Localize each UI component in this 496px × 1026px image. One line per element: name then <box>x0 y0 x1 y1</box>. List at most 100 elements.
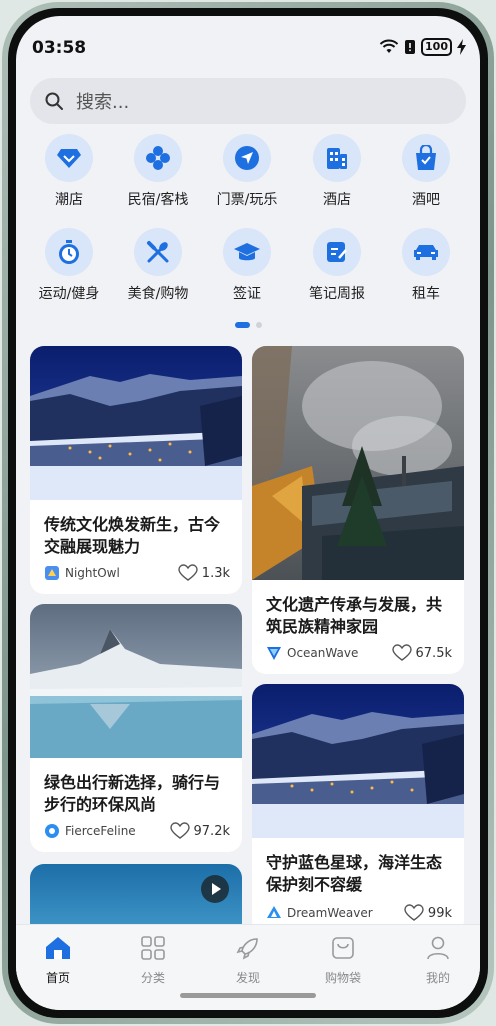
charging-icon <box>457 39 466 55</box>
category-label: 美食/购物 <box>127 286 189 302</box>
tab-label: 分类 <box>140 971 165 985</box>
category-sports[interactable]: 运动/健身 <box>24 228 114 303</box>
category-label: 笔记周报 <box>309 286 365 302</box>
note-edit-icon <box>313 228 361 276</box>
tab-profile[interactable]: 我的 <box>403 935 473 986</box>
card-author[interactable]: OceanWave <box>266 645 358 661</box>
like-count: 97.2k <box>193 823 230 839</box>
diamond-icon <box>45 134 93 182</box>
card-meta: OceanWave 67.5k <box>266 644 452 662</box>
play-icon <box>201 875 229 903</box>
like-count: 99k <box>427 905 452 921</box>
search-input[interactable]: 搜索... <box>76 88 129 114</box>
category-label: 酒店 <box>323 192 351 208</box>
wifi-icon <box>379 39 399 53</box>
author-avatar-icon <box>267 906 281 918</box>
category-label: 酒吧 <box>412 192 440 208</box>
author-avatar-icon <box>45 824 59 838</box>
building-icon <box>313 134 361 182</box>
feed-card[interactable]: 守护蓝色星球，海洋生态保护刻不容缓 DreamWeaver 99k <box>252 684 464 934</box>
feed-card[interactable]: 文化遗产传承与发展，共筑民族精神家园 OceanWave 67.5k <box>252 346 464 674</box>
bag-icon <box>332 937 354 959</box>
rocket-icon <box>236 938 258 960</box>
like-counter[interactable]: 99k <box>404 904 452 922</box>
category-notes[interactable]: 笔记周报 <box>292 228 382 303</box>
category-label: 租车 <box>412 286 440 302</box>
status-time: 03:58 <box>32 38 87 58</box>
person-icon <box>427 936 449 960</box>
card-author[interactable]: FierceFeline <box>44 823 136 839</box>
card-title: 绿色出行新选择，骑行与步行的环保风尚 <box>44 773 221 814</box>
battery-indicator: 100 <box>421 38 452 56</box>
card-title: 传统文化焕发新生，古今交融展现魅力 <box>44 515 221 556</box>
page-dot-active[interactable] <box>234 322 250 328</box>
play-button[interactable] <box>200 874 230 908</box>
send-icon <box>223 134 271 182</box>
category-label: 潮店 <box>55 192 83 208</box>
category-hotel[interactable]: 酒店 <box>292 134 382 209</box>
card-author[interactable]: NightOwl <box>44 565 120 581</box>
tab-discover[interactable]: 发现 <box>213 935 283 986</box>
card-meta: FierceFeline 97.2k <box>44 822 230 840</box>
phone-bezel: 03:58 100 搜索... 潮店 民宿/客栈 门票/玩乐 酒店 酒吧 运动/… <box>8 8 488 1018</box>
author-avatar-icon <box>45 566 59 580</box>
author-name: OceanWave <box>287 646 359 660</box>
like-counter[interactable]: 1.3k <box>178 564 230 582</box>
card-meta: DreamWeaver 99k <box>266 904 452 922</box>
sim-alert-icon <box>405 40 416 54</box>
tab-label: 首页 <box>45 971 70 985</box>
stopwatch-icon <box>45 228 93 276</box>
category-visa[interactable]: 签证 <box>202 228 292 303</box>
category-label: 民宿/客栈 <box>127 192 189 208</box>
car-icon <box>402 228 450 276</box>
like-counter[interactable]: 67.5k <box>391 644 452 662</box>
heart-icon <box>178 564 198 581</box>
category-label: 签证 <box>233 286 261 302</box>
status-bar: 03:58 100 <box>16 16 480 68</box>
category-car-rental[interactable]: 租车 <box>381 228 471 303</box>
search-icon <box>45 92 63 110</box>
phone-frame: 03:58 100 搜索... 潮店 民宿/客栈 门票/玩乐 酒店 酒吧 运动/… <box>2 2 494 1024</box>
card-title: 守护蓝色星球，海洋生态保护刻不容缓 <box>266 853 443 894</box>
author-name: DreamWeaver <box>287 906 373 920</box>
heart-icon <box>391 644 412 661</box>
card-image-smoky-roofs <box>252 346 464 580</box>
category-chaodian[interactable]: 潮店 <box>24 134 114 209</box>
page-indicator <box>16 322 480 328</box>
category-food[interactable]: 美食/购物 <box>113 228 203 303</box>
tab-label: 我的 <box>425 971 450 985</box>
category-tickets[interactable]: 门票/玩乐 <box>202 134 292 209</box>
category-label: 运动/健身 <box>38 286 100 302</box>
category-bar[interactable]: 酒吧 <box>381 134 471 209</box>
graduation-cap-icon <box>223 228 271 276</box>
like-counter[interactable]: 97.2k <box>169 822 230 840</box>
bottom-tab-bar: 首页 分类 发现 购物袋 我的 <box>16 924 480 1010</box>
grid-icon <box>141 936 165 960</box>
shopping-bag-icon <box>402 134 450 182</box>
card-title: 文化遗产传承与发展，共筑民族精神家园 <box>266 595 443 636</box>
tab-label: 购物袋 <box>324 971 361 985</box>
author-name: FierceFeline <box>65 824 136 838</box>
tab-home[interactable]: 首页 <box>23 935 93 986</box>
card-meta: NightOwl 1.3k <box>44 564 230 582</box>
card-image-snow-village <box>30 346 242 500</box>
like-count: 1.3k <box>201 565 230 581</box>
like-count: 67.5k <box>415 645 452 661</box>
utensils-icon <box>134 228 182 276</box>
card-image-snow-village-2 <box>252 684 464 838</box>
author-name: NightOwl <box>65 566 120 580</box>
heart-icon <box>404 904 424 921</box>
page-dot[interactable] <box>255 322 262 328</box>
feed-card[interactable]: 绿色出行新选择，骑行与步行的环保风尚 FierceFeline 97.2k <box>30 604 242 852</box>
tab-label: 发现 <box>235 971 260 985</box>
card-author[interactable]: DreamWeaver <box>266 905 373 921</box>
tab-shopping-bag[interactable]: 购物袋 <box>308 935 378 986</box>
home-indicator[interactable] <box>180 993 316 998</box>
screen: 03:58 100 搜索... 潮店 民宿/客栈 门票/玩乐 酒店 酒吧 运动/… <box>16 16 480 1010</box>
category-homestay[interactable]: 民宿/客栈 <box>113 134 203 209</box>
heart-icon <box>169 822 190 839</box>
feed-card[interactable]: 传统文化焕发新生，古今交融展现魅力 NightOwl 1.3k <box>30 346 242 594</box>
card-image-snow-mountain-lake <box>30 604 242 758</box>
tab-category[interactable]: 分类 <box>118 935 188 986</box>
search-bar[interactable]: 搜索... <box>30 78 466 124</box>
